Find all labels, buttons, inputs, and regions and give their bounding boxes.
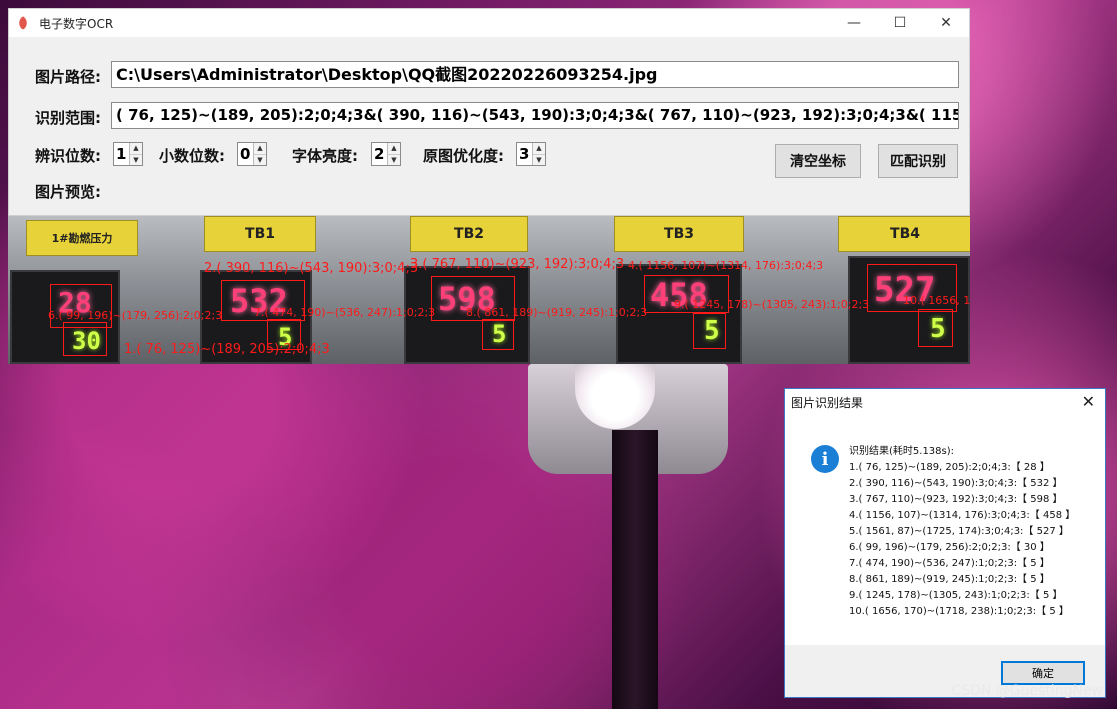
digits-spinbox[interactable]: 1 ▲ ▼	[113, 142, 143, 166]
digits-value: 1	[116, 145, 127, 163]
roi-box	[482, 319, 514, 350]
result-text: 识别结果(耗时5.138s): 1.( 76, 125)~(189, 205):…	[849, 444, 1075, 620]
optimize-spin-arrows[interactable]: ▲ ▼	[532, 143, 545, 165]
spin-up-icon[interactable]: ▲	[388, 143, 400, 154]
decimals-label: 小数位数:	[159, 147, 225, 165]
spin-down-icon[interactable]: ▼	[388, 154, 400, 166]
result-line: 1.( 76, 125)~(189, 205):2;0;4;3:【 28 】	[849, 462, 1050, 473]
roi-label: 10.( 1656, 1	[903, 294, 970, 307]
roi-label: 2.( 390, 116)~(543, 190):3;0;4;3	[204, 261, 419, 276]
result-line: 2.( 390, 116)~(543, 190):3;0;4;3:【 532 】	[849, 478, 1063, 489]
plate-label: TB2	[410, 216, 528, 252]
result-line: 5.( 1561, 87)~(1725, 174):3;0;4;3:【 527 …	[849, 526, 1069, 537]
roi-label: 9.( 1245, 178)~(1305, 243):1;0;2;3	[674, 298, 870, 311]
clear-coords-button[interactable]: 清空坐标	[775, 144, 861, 178]
roi-label: 6.( 99, 196)~(179, 256):2;0;2;3	[48, 309, 223, 322]
minimize-button[interactable]: —	[831, 9, 877, 37]
result-line: 7.( 474, 190)~(536, 247):1;0;2;3:【 5 】	[849, 558, 1050, 569]
roi-label: 4.( 1156, 107)~(1314, 176):3;0;4;3	[628, 259, 824, 272]
app-icon	[17, 16, 31, 30]
optimize-value: 3	[519, 145, 530, 163]
range-input[interactable]: ( 76, 125)~(189, 205):2;0;4;3&( 390, 116…	[111, 102, 959, 129]
spin-up-icon[interactable]: ▲	[533, 143, 545, 154]
window-title: 电子数字OCR	[39, 16, 114, 31]
spin-up-icon[interactable]: ▲	[254, 143, 266, 154]
result-line: 8.( 861, 189)~(919, 245):1;0;2;3:【 5 】	[849, 574, 1050, 585]
watermark: CSDN @GuestingNew	[951, 683, 1103, 699]
brightness-spinbox[interactable]: 2 ▲ ▼	[371, 142, 401, 166]
roi-label: 8.( 861, 189)~(919, 245):1;0;2;3	[466, 306, 648, 319]
result-header: 识别结果(耗时5.138s):	[849, 446, 955, 457]
spin-down-icon[interactable]: ▼	[254, 154, 266, 166]
brightness-label: 字体亮度:	[292, 147, 358, 165]
roi-label: 3.( 767, 110)~(923, 192):3;0;4;3	[410, 257, 625, 272]
brightness-value: 2	[374, 145, 385, 163]
roi-box	[63, 322, 107, 356]
plate-label: 1#勘燃压力	[26, 220, 138, 256]
spin-down-icon[interactable]: ▼	[130, 154, 142, 166]
lamp-post	[612, 430, 658, 709]
range-label: 识别范围:	[35, 109, 101, 127]
spin-up-icon[interactable]: ▲	[130, 143, 142, 154]
result-dialog: 图片识别结果 ✕ i 识别结果(耗时5.138s): 1.( 76, 125)~…	[784, 388, 1106, 698]
digits-spin-arrows[interactable]: ▲ ▼	[129, 143, 142, 165]
close-icon[interactable]: ✕	[1082, 392, 1095, 411]
brightness-spin-arrows[interactable]: ▲ ▼	[387, 143, 400, 165]
roi-label: 1.( 76, 125)~(189, 205):2;0;4;3	[124, 342, 330, 357]
plate-label: TB3	[614, 216, 744, 252]
dialog-title: 图片识别结果	[791, 395, 864, 410]
ocr-main-window: 电子数字OCR — ☐ ✕ 图片路径: C:\Users\Administrat…	[8, 8, 970, 216]
dialog-title-bar: 图片识别结果 ✕	[785, 389, 1105, 415]
optimize-label: 原图优化度:	[423, 147, 504, 165]
result-line: 10.( 1656, 170)~(1718, 238):1;0;2;3:【 5 …	[849, 606, 1069, 617]
roi-box	[918, 309, 953, 347]
result-line: 9.( 1245, 178)~(1305, 243):1;0;2;3:【 5 】	[849, 590, 1063, 601]
result-line: 3.( 767, 110)~(923, 192):3;0;4;3:【 598 】	[849, 494, 1063, 505]
info-icon: i	[811, 445, 839, 473]
maximize-button[interactable]: ☐	[877, 9, 923, 37]
plate-label: TB4	[838, 216, 970, 252]
path-label: 图片路径:	[35, 68, 101, 86]
decimals-value: 0	[240, 145, 251, 163]
roi-box	[693, 313, 726, 349]
decimals-spinbox[interactable]: 0 ▲ ▼	[237, 142, 267, 166]
result-line: 4.( 1156, 107)~(1314, 176):3;0;4;3:【 458…	[849, 510, 1076, 521]
optimize-spinbox[interactable]: 3 ▲ ▼	[516, 142, 546, 166]
image-preview: 1#勘燃压力 TB1 TB2 TB3 TB4 28 30 532 5 598 5…	[8, 216, 970, 364]
spin-down-icon[interactable]: ▼	[533, 154, 545, 166]
path-input[interactable]: C:\Users\Administrator\Desktop\QQ截图20220…	[111, 61, 959, 88]
preview-label: 图片预览:	[35, 183, 101, 201]
roi-label: 7.( 474, 190)~(536, 247):1;0;2;3	[254, 306, 436, 319]
result-line: 6.( 99, 196)~(179, 256):2;0;2;3:【 30 】	[849, 542, 1050, 553]
title-bar: 电子数字OCR — ☐ ✕	[9, 9, 969, 37]
plate-label: TB1	[204, 216, 316, 252]
decimals-spin-arrows[interactable]: ▲ ▼	[253, 143, 266, 165]
digits-label: 辨识位数:	[35, 147, 101, 165]
match-recognize-button[interactable]: 匹配识别	[878, 144, 958, 178]
close-button[interactable]: ✕	[923, 9, 969, 37]
ok-button[interactable]: 确定	[1001, 661, 1085, 685]
